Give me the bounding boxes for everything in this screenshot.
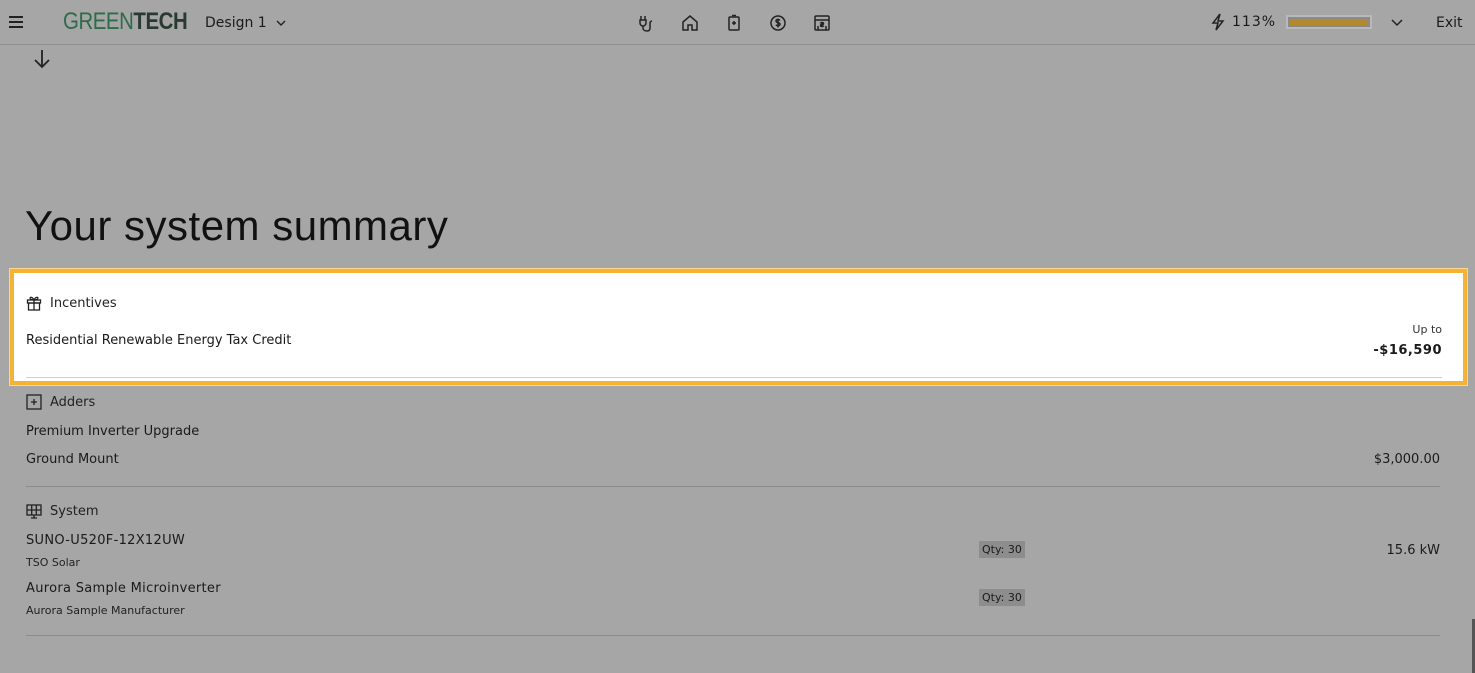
exit-button[interactable]: Exit (1436, 15, 1463, 31)
divider (26, 635, 1440, 636)
divider (26, 486, 1440, 487)
arrow-down-icon[interactable] (32, 48, 52, 70)
energy-offset-value: 113% (1232, 14, 1277, 30)
energy-offset-fill (1290, 19, 1369, 25)
adders-section: Adders Premium Inverter Upgrade Ground M… (26, 394, 1440, 467)
top-bar: GREENTECH Design 1 113% Exit (0, 0, 1475, 45)
system-item-qty: Qty: 30 (979, 541, 1025, 558)
system-item-name: SUNO-U520F-12X12UW (26, 533, 186, 548)
battery-icon[interactable] (723, 12, 745, 34)
logo-green-text: GREEN (63, 8, 134, 35)
system-item-name: Aurora Sample Microinverter (26, 581, 221, 596)
divider (26, 377, 1442, 378)
incentives-heading: Incentives (26, 295, 117, 311)
system-item-qty: Qty: 30 (979, 589, 1025, 606)
incentives-section: Incentives Residential Renewable Energy … (10, 269, 1467, 385)
incentive-upto-label: Up to (1412, 323, 1442, 336)
energy-offset[interactable]: 113% (1210, 13, 1404, 31)
design-label: Design 1 (205, 15, 267, 31)
system-item-manufacturer: TSO Solar (26, 556, 80, 569)
logo-tech-text: TECH (133, 8, 188, 35)
chevron-down-icon[interactable] (1390, 15, 1404, 29)
logo: GREENTECH (63, 8, 209, 36)
adders-heading-label: Adders (50, 394, 96, 410)
system-heading-label: System (50, 503, 99, 519)
incentive-item-label: Residential Renewable Energy Tax Credit (26, 333, 292, 348)
adders-heading: Adders (26, 394, 1440, 410)
adder-item-price: $3,000.00 (1373, 452, 1440, 467)
finance-icon[interactable] (811, 12, 833, 34)
system-section: System SUNO-U520F-12X12UW TSO Solar Qty:… (26, 503, 1440, 618)
incentives-heading-label: Incentives (50, 295, 117, 311)
bolt-icon (1211, 13, 1225, 31)
dollar-icon[interactable] (767, 12, 789, 34)
system-heading: System (26, 503, 1440, 519)
design-selector[interactable]: Design 1 (205, 15, 287, 31)
page-title: Your system summary (25, 202, 449, 249)
plug-icon[interactable] (635, 12, 657, 34)
system-item-size: 15.6 kW (1386, 543, 1440, 558)
adder-item-label: Premium Inverter Upgrade (26, 424, 200, 439)
incentive-amount: -$16,590 (1373, 343, 1442, 358)
step-nav (635, 12, 833, 34)
system-item-manufacturer: Aurora Sample Manufacturer (26, 604, 185, 617)
plus-square-icon (26, 394, 42, 410)
solar-panel-icon (26, 504, 42, 519)
gift-icon (26, 296, 42, 311)
energy-offset-bar (1286, 15, 1373, 29)
menu-icon[interactable] (9, 16, 23, 28)
adder-item-label: Ground Mount (26, 452, 119, 467)
chevron-down-icon (276, 20, 286, 26)
home-icon[interactable] (679, 12, 701, 34)
